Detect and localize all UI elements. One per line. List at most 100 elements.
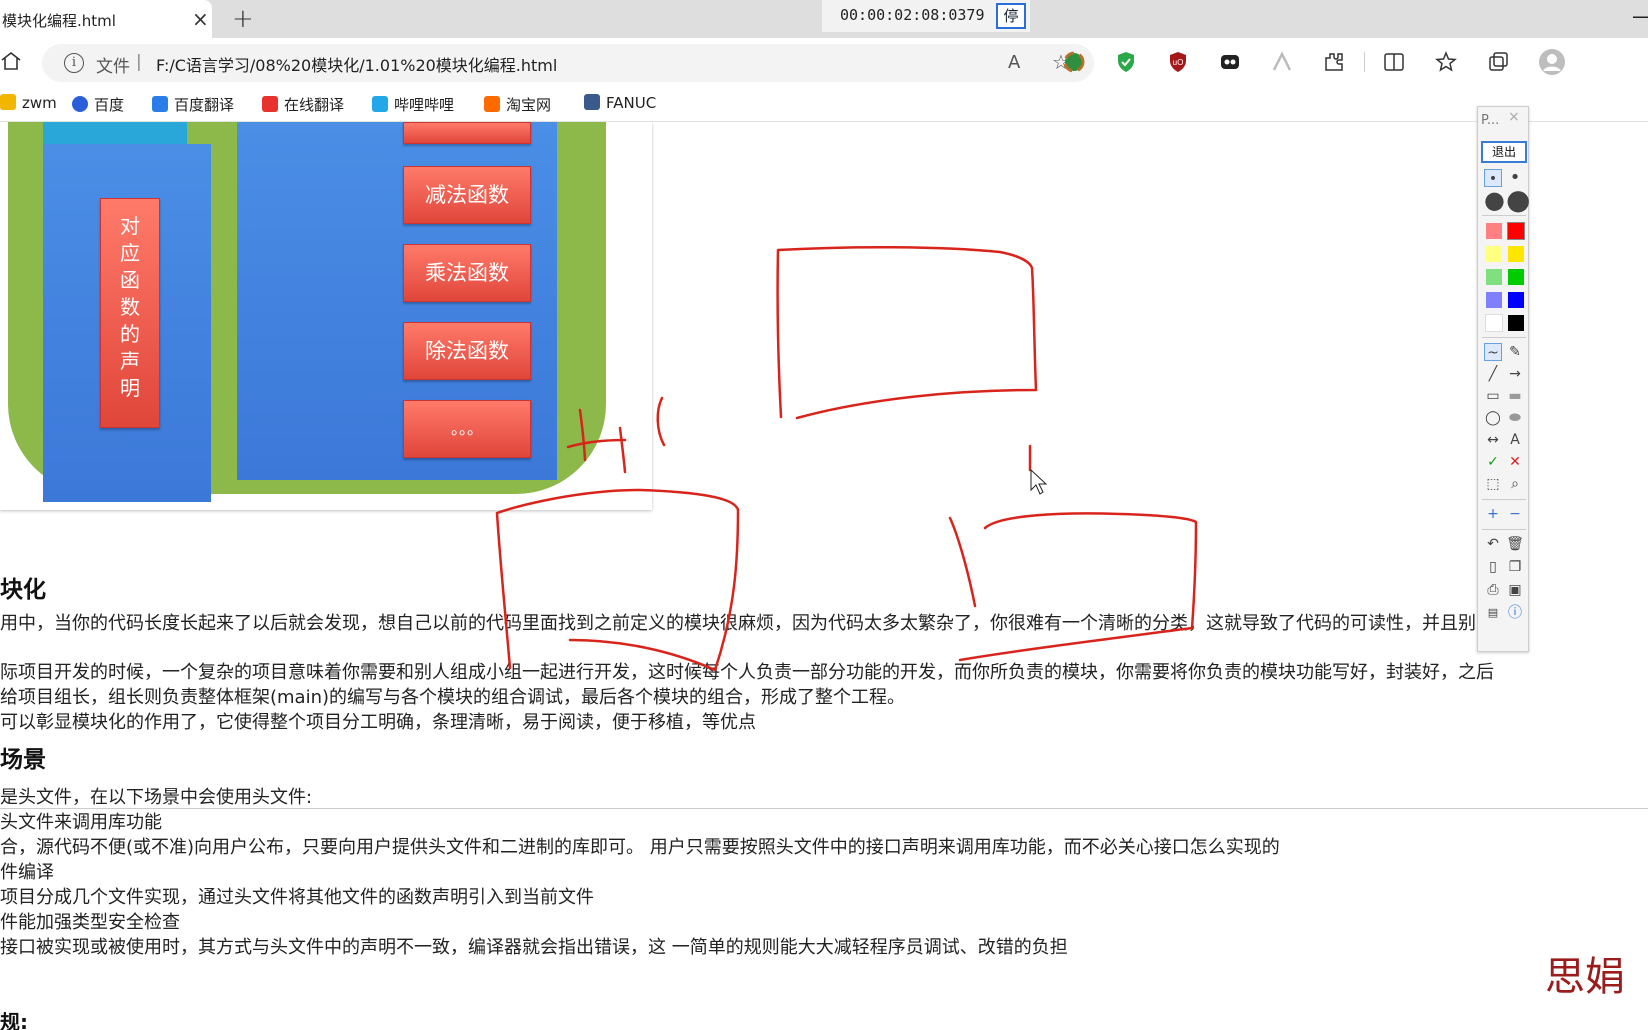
color-red-swatch[interactable]	[1507, 222, 1525, 240]
pen-panel-close-icon[interactable]: ×	[1508, 109, 1520, 125]
eraser-icon[interactable]: ✎	[1506, 343, 1524, 361]
bookmark-label: 哔哩哔哩	[394, 96, 455, 114]
address-bar[interactable]: i 文件 | F:/C语言学习/08%20模块化/1.01%20模块化编程.ht…	[42, 44, 1094, 82]
extension-mask-icon[interactable]	[1218, 50, 1242, 74]
favorites-icon[interactable]	[1434, 50, 1458, 74]
color-light-yellow-swatch[interactable]	[1486, 246, 1502, 262]
split-screen-icon[interactable]	[1382, 50, 1406, 74]
watermark-logo: 思娟	[1545, 954, 1625, 1000]
print-icon[interactable]: ⎙	[1484, 581, 1502, 599]
zoom-tool-icon[interactable]: ⌕	[1506, 475, 1524, 493]
bookmarks-bar: zwm 百度 百度翻译 在线翻译 哔哩哔哩 淘宝网 FANUC	[0, 88, 1648, 122]
bookmark-online-translate[interactable]: 在线翻译	[262, 94, 344, 115]
bookmark-zwm[interactable]: zwm	[0, 94, 57, 112]
paragraph-1: 用中，当你的代码长度长起来了以后就会发现，想自己以前的代码里面找到之前定义的模块…	[0, 613, 1494, 634]
cross-mark-tool-icon[interactable]: ✕	[1506, 453, 1524, 471]
paragraph-3: 给项目组长，组长则负责整体框架(main)的编写与各个模块的组合调试，最后各个模…	[0, 687, 906, 708]
tab-close-icon[interactable]: ×	[192, 7, 209, 31]
screenshot-icon[interactable]: ▤	[1484, 604, 1502, 622]
freehand-pen-icon[interactable]: ~	[1484, 343, 1502, 361]
extension-globe-icon[interactable]	[1062, 50, 1086, 74]
collections-icon[interactable]	[1486, 50, 1510, 74]
bookmark-baidu-translate[interactable]: 百度翻译	[152, 94, 234, 115]
toolbar-divider	[1364, 52, 1365, 72]
youdao-icon	[262, 96, 278, 112]
text-tool-icon[interactable]: A	[1506, 431, 1524, 449]
filled-ellipse-tool-icon[interactable]: ⬬	[1506, 409, 1524, 427]
extensions-icon[interactable]	[1322, 50, 1346, 74]
shield-check-icon[interactable]	[1114, 50, 1138, 74]
paragraph-2: 际项目开发的时候，一个复杂的项目意味着你需要和别人组成小组一起进行开发，这时候每…	[0, 662, 1494, 683]
color-white-swatch[interactable]	[1485, 314, 1503, 332]
bookmark-baidu[interactable]: 百度	[72, 94, 124, 115]
scenario-line: 项目分成几个文件实现，通过头文件将其他文件的函数声明引入到当前文件	[0, 887, 594, 908]
extension-faded-icon[interactable]	[1270, 50, 1294, 74]
ublock-icon[interactable]: uO	[1166, 50, 1190, 74]
undo-icon[interactable]: ↶	[1484, 535, 1502, 553]
vertical-char: 对	[120, 214, 140, 238]
pen-tool-panel: P... × 退出 • • ● ● ~ ✎ ╱ → ▭ ▬ ◯ ⬬ ↔ A ✓ …	[1477, 106, 1530, 652]
active-tab[interactable]: 模块化编程.html ×	[0, 0, 212, 38]
pen-size-xlarge-icon[interactable]: ●	[1506, 186, 1530, 214]
color-light-blue-swatch[interactable]	[1486, 292, 1502, 308]
pen-divider	[1482, 499, 1526, 500]
timer-readout: 00:00:02:08:0379	[840, 6, 985, 24]
baidu-paw-icon	[72, 96, 88, 112]
diagram-header-button	[403, 122, 531, 144]
color-light-green-swatch[interactable]	[1486, 269, 1502, 285]
bookmark-fanuc[interactable]: FANUC	[584, 94, 656, 112]
taobao-icon	[484, 96, 500, 112]
exit-pen-button[interactable]: 退出	[1481, 141, 1527, 163]
new-tab-icon[interactable]: +	[232, 4, 254, 34]
trash-icon[interactable]: 🗑	[1506, 535, 1524, 553]
multiply-function-box: 乘法函数	[403, 244, 531, 302]
profile-avatar-icon[interactable]	[1538, 48, 1566, 76]
tab-strip: 模块化编程.html × + 00:00:02:08:0379 停 —	[0, 0, 1648, 38]
pen-panel-title: P...	[1481, 113, 1500, 128]
info-icon[interactable]: ⓘ	[1506, 604, 1524, 622]
stop-recording-button[interactable]: 停	[996, 3, 1026, 29]
bookmark-taobao[interactable]: 淘宝网	[484, 94, 551, 115]
copy-icon[interactable]: ❐	[1506, 558, 1524, 576]
color-blue-swatch[interactable]	[1508, 292, 1524, 308]
pen-divider	[1482, 337, 1526, 338]
pen-size-large-icon[interactable]: ●	[1484, 188, 1505, 212]
paragraph-4: 可以彰显模块化的作用了，它使得整个项目分工明确，条理清晰，易于阅读，便于移植，等…	[0, 712, 756, 733]
filled-rectangle-tool-icon[interactable]: ▬	[1506, 387, 1524, 405]
url-text[interactable]: F:/C语言学习/08%20模块化/1.01%20模块化编程.html	[156, 52, 557, 76]
double-arrow-tool-icon[interactable]: ↔	[1484, 431, 1502, 449]
pen-divider	[1482, 215, 1526, 216]
site-info-icon[interactable]: i	[64, 53, 84, 73]
color-yellow-swatch[interactable]	[1508, 246, 1524, 262]
scenario-line: 件编译	[0, 862, 54, 883]
arrow-tool-icon[interactable]: →	[1506, 365, 1524, 383]
scenario-line: 接口被实现或被使用时，其方式与头文件中的声明不一致，编译器就会指出错误，这 一简…	[0, 937, 1068, 958]
heading-rules: 规:	[0, 1010, 28, 1030]
read-aloud-icon[interactable]: A	[1008, 52, 1020, 73]
heading-modularization: 块化	[0, 577, 46, 603]
minimize-icon[interactable]: —	[1632, 4, 1648, 28]
svg-text:uO: uO	[1173, 58, 1184, 67]
ellipse-tool-icon[interactable]: ◯	[1484, 409, 1502, 427]
zoom-in-icon[interactable]: +	[1484, 505, 1502, 523]
color-green-swatch[interactable]	[1508, 269, 1524, 285]
scenario-line: 是头文件，在以下场景中会使用头文件:	[0, 787, 313, 808]
rectangle-tool-icon[interactable]: ▭	[1484, 387, 1502, 405]
file-scheme-label: 文件	[96, 57, 130, 77]
color-light-red-swatch[interactable]	[1486, 223, 1502, 239]
check-mark-tool-icon[interactable]: ✓	[1484, 453, 1502, 471]
select-region-icon[interactable]: ⬚	[1484, 475, 1502, 493]
page-content: 对 应 函 数 的 声 明 减法函数 乘法函数 除法函数 。。。 块化 用中，当…	[0, 122, 1648, 1030]
vertical-char: 函	[120, 268, 140, 292]
pen-size-small-icon[interactable]: •	[1484, 169, 1502, 187]
save-icon[interactable]: ▣	[1506, 581, 1524, 599]
home-icon[interactable]	[0, 50, 22, 72]
color-black-swatch[interactable]	[1508, 315, 1524, 331]
line-tool-icon[interactable]: ╱	[1484, 365, 1502, 383]
new-page-icon[interactable]: ▯	[1484, 558, 1502, 576]
bookmark-bilibili[interactable]: 哔哩哔哩	[372, 94, 454, 115]
vertical-char: 声	[120, 349, 140, 373]
zoom-out-icon[interactable]: −	[1506, 505, 1524, 523]
vertical-char: 应	[120, 241, 140, 265]
bookmark-label: zwm	[22, 94, 57, 112]
